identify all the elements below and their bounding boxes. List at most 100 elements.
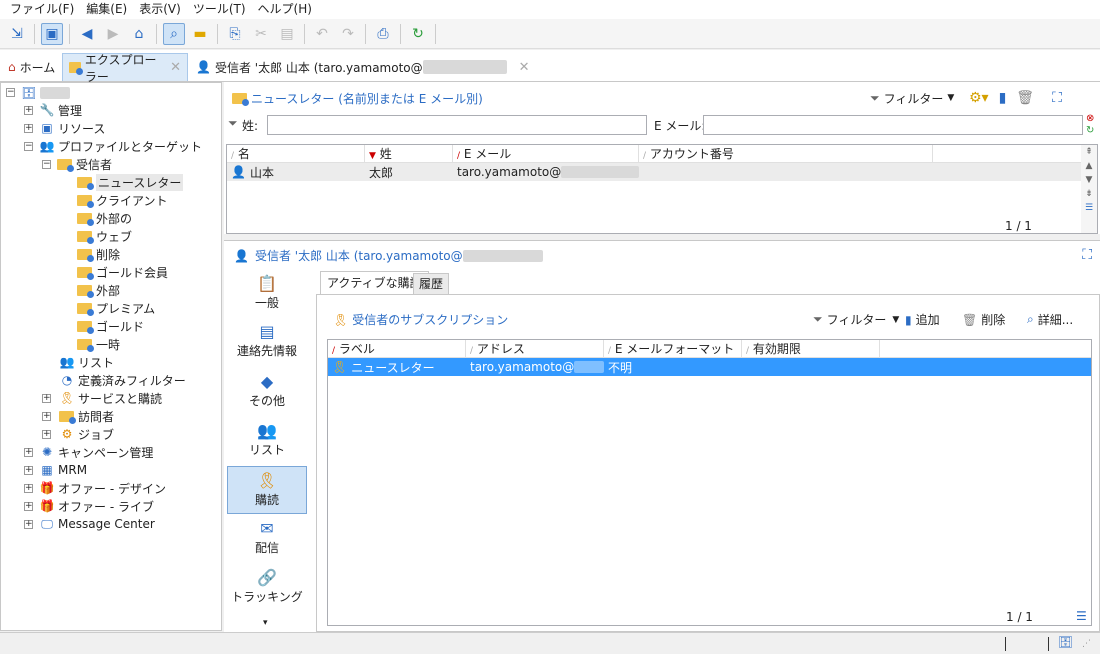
tree-item-services[interactable]: 🎗 サービスと購読 [59, 389, 162, 407]
scroll-bottom-icon[interactable]: ⇟ [1085, 189, 1093, 199]
tree-item-list[interactable]: 👥 リスト [59, 353, 115, 371]
forward-arrow-icon[interactable]: ▶ [102, 23, 124, 45]
expand-icon[interactable]: + [24, 466, 33, 475]
expand-icon[interactable]: + [42, 394, 51, 403]
tree-item-message-center[interactable]: 🖵 Message Center [39, 515, 155, 533]
tree-item-web[interactable]: ウェブ [77, 227, 132, 245]
nav-subscriptions[interactable]: 🎗 購読 [227, 466, 307, 514]
close-icon[interactable]: ✕ [170, 60, 181, 75]
collapse-icon[interactable]: − [6, 88, 15, 97]
open-folder-icon[interactable]: ▬ [189, 23, 211, 45]
gear-icon[interactable]: ⚙▾ [969, 90, 989, 106]
table-row[interactable]: 🎗 ニュースレター taro.yamamoto@ 不明 [328, 358, 1091, 376]
redo-icon[interactable]: ↷ [337, 23, 359, 45]
grid-scrollbar[interactable]: ⇞ ▲ ▼ ⇟ ☰ [1081, 145, 1097, 233]
tree-item-temporary[interactable]: 一時 [77, 335, 120, 353]
nav-contact[interactable]: ▤ 連絡先情報 [227, 322, 307, 359]
tree-item-mrm[interactable]: ▦ MRM [39, 461, 87, 479]
tree-item-campaign[interactable]: ✺ キャンペーン管理 [39, 443, 153, 461]
expand-icon[interactable]: + [42, 430, 51, 439]
scroll-down-icon[interactable]: ▼ [1086, 175, 1093, 185]
last-name-input[interactable] [267, 115, 647, 135]
refresh-icon[interactable]: ↻ [407, 23, 429, 45]
column-last-name[interactable]: ▼ 姓 [365, 145, 453, 162]
menu-tools[interactable]: ツール(T) [187, 0, 252, 19]
resize-grip-icon[interactable]: ⋰ [1082, 639, 1091, 649]
nav-other[interactable]: ◆ その他 [227, 372, 307, 409]
email-input[interactable] [703, 115, 1083, 135]
menu-icon[interactable]: ☰ [1085, 203, 1093, 213]
chevron-down-icon[interactable]: ▾ [263, 618, 268, 628]
expand-icon[interactable]: + [24, 520, 33, 529]
column-expiry[interactable]: ∕ 有効期限 [742, 340, 880, 357]
maximize-icon[interactable]: ⛶ [1052, 90, 1062, 106]
tree-item-newsletter[interactable]: ニュースレター [77, 173, 184, 191]
menu-help[interactable]: ヘルプ(H) [252, 0, 318, 19]
details-button[interactable]: ⌕ 詳細... [1027, 311, 1073, 328]
tab-history[interactable]: 履歴 [413, 273, 450, 295]
tree-item-gold[interactable]: ゴールド [77, 317, 144, 335]
menu-icon[interactable]: ☰ [1076, 609, 1087, 623]
tab-explorer[interactable]: エクスプローラー ✕ [62, 53, 188, 84]
column-account-number[interactable]: ∕ アカウント番号 [639, 145, 933, 162]
nav-delivery[interactable]: ✉ 配信 [227, 519, 307, 556]
tree-item-gold-member[interactable]: ゴールド会員 [77, 263, 168, 281]
collapse-icon[interactable]: − [42, 160, 51, 169]
clear-filter-icon[interactable]: ⊗ [1086, 113, 1094, 124]
column-first-name[interactable]: ∕ 名 [227, 145, 365, 162]
column-address[interactable]: ∕ アドレス [466, 340, 604, 357]
tree-item-premium[interactable]: プレミアム [77, 299, 155, 317]
cut-icon[interactable]: ✂ [250, 23, 272, 45]
menu-edit[interactable]: 編集(E) [80, 0, 133, 19]
home-folder-icon[interactable]: ⌂ [128, 23, 150, 45]
tree-item-predefined-filters[interactable]: ◔ 定義済みフィルター [59, 371, 186, 389]
menu-view[interactable]: 表示(V) [133, 0, 187, 19]
expand-icon[interactable]: + [24, 502, 33, 511]
expand-icon[interactable]: + [24, 124, 33, 133]
column-label[interactable]: ∕ ラベル [328, 340, 466, 357]
tree-item-client[interactable]: クライアント [77, 191, 168, 209]
column-email-format[interactable]: ∕ E メールフォーマット [604, 340, 742, 357]
tree-item-resources[interactable]: ▣ リソース [39, 119, 105, 137]
tree-item-recipients[interactable]: 受信者 [57, 155, 112, 173]
expand-icon[interactable]: + [24, 106, 33, 115]
tree-item-offer-live[interactable]: 🎁 オファー - ライブ [39, 497, 154, 515]
add-subscription-button[interactable]: ▮ 追加 [905, 311, 940, 328]
refresh-icon[interactable]: ↻ [1086, 125, 1094, 136]
tree-item-external[interactable]: 外部の [77, 209, 132, 227]
column-email[interactable]: ∕ E メール [453, 145, 639, 162]
print-icon[interactable]: ⎙ [372, 23, 394, 45]
paste-icon[interactable]: ▤ [276, 23, 298, 45]
tree-item-admin[interactable]: 🔧 管理 [39, 101, 83, 119]
table-row[interactable]: 👤 山本 太郎 taro.yamamoto@ [227, 163, 1082, 181]
trash-icon[interactable]: 🗑 [1016, 90, 1034, 106]
add-recipient-icon[interactable]: ▮ [999, 90, 1007, 106]
menu-file[interactable]: ファイル(F) [4, 0, 80, 19]
tab-home[interactable]: ⌂ ホーム [2, 53, 61, 81]
explorer-toggle-icon[interactable]: ▣ [41, 22, 63, 45]
back-arrow-icon[interactable]: ◀ [76, 23, 98, 45]
maximize-icon[interactable]: ⛶ [1082, 247, 1092, 263]
tree-item-profiles[interactable]: 👥 プロファイルとターゲット [39, 137, 203, 155]
expand-icon[interactable]: + [24, 484, 33, 493]
tree-item-visitors[interactable]: 訪問者 [59, 407, 114, 425]
search-icon[interactable]: ⌕ [163, 22, 185, 45]
expand-icon[interactable]: + [42, 412, 51, 421]
connect-icon[interactable]: ⇲ [6, 23, 28, 45]
tree-root[interactable]: 🗄 [21, 84, 70, 102]
list-filter-button[interactable]: ⏷ フィルター ▼ [870, 88, 954, 108]
scroll-up-icon[interactable]: ▲ [1086, 161, 1093, 171]
tab-recipient[interactable]: 👤 受信者 '太郎 山本 (taro.yamamoto@ ✕ [190, 53, 536, 81]
delete-subscription-button[interactable]: 🗑 削除 [962, 311, 1005, 328]
scroll-top-icon[interactable]: ⇞ [1085, 147, 1093, 157]
copy-icon[interactable]: ⎘ [224, 23, 246, 45]
nav-list[interactable]: 👥 リスト [227, 421, 307, 458]
undo-icon[interactable]: ↶ [311, 23, 333, 45]
expand-icon[interactable]: + [24, 448, 33, 457]
tree-item-external2[interactable]: 外部 [77, 281, 120, 299]
tree-item-deleted[interactable]: 削除 [77, 245, 120, 263]
tree-item-jobs[interactable]: ⚙ ジョブ [59, 425, 114, 443]
tree-item-offer-design[interactable]: 🎁 オファー - デザイン [39, 479, 166, 497]
nav-tracking[interactable]: 🔗 トラッキング [227, 568, 307, 605]
close-icon[interactable]: ✕ [519, 60, 530, 75]
